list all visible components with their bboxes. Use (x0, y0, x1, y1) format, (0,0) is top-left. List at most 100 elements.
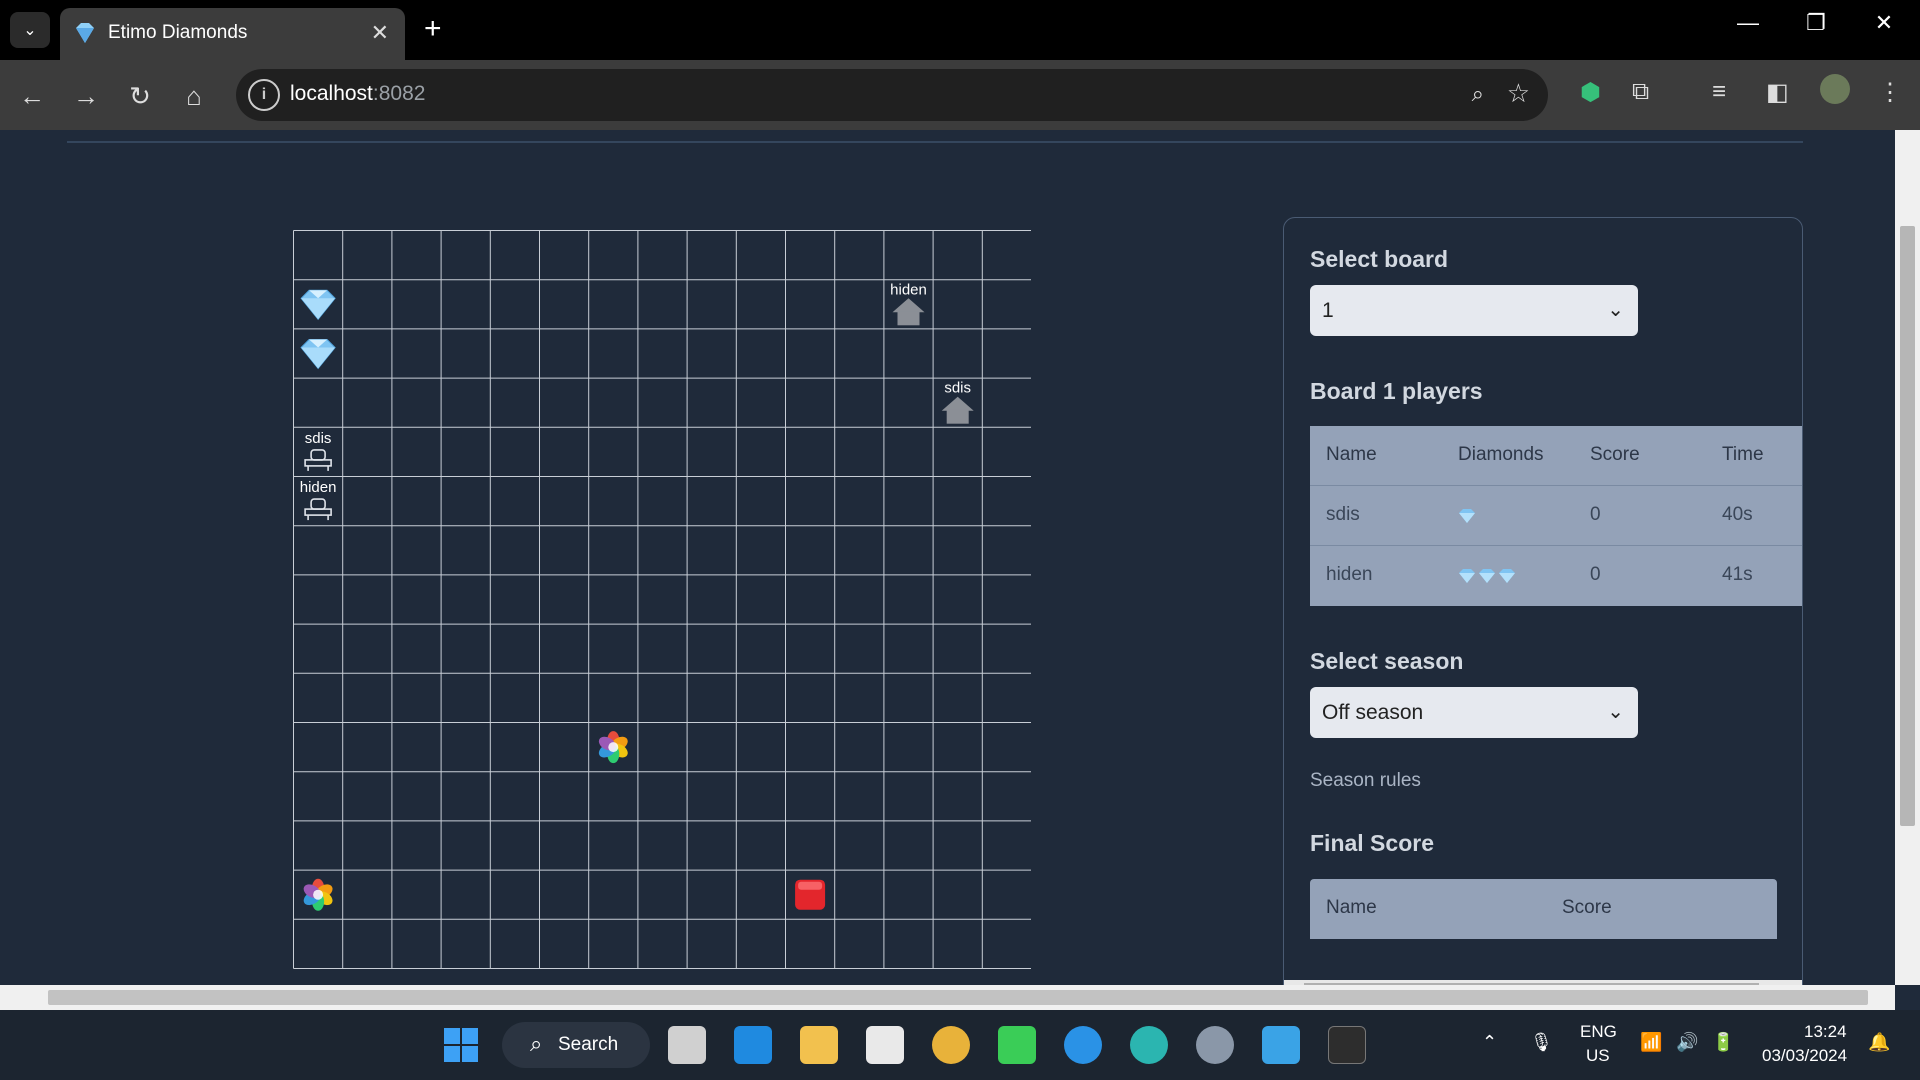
tab-title: Etimo Diamonds (108, 22, 248, 43)
notification-bell-icon[interactable]: 🔔 (1868, 1032, 1890, 1053)
forward-button[interactable]: → (68, 78, 104, 114)
zoom-icon[interactable]: ⌕ (1472, 81, 1484, 107)
address-bar[interactable]: i localhost:8082 ⌕ ☆ (236, 69, 1548, 121)
player-name: hiden (1326, 564, 1373, 585)
diamond-icon (1459, 509, 1475, 523)
back-button[interactable]: ← (14, 78, 50, 114)
media-control-icon[interactable]: ≡ (1712, 78, 1726, 106)
season-select-value: Off season (1322, 701, 1424, 724)
robot-body (304, 508, 332, 516)
bookmark-star-icon[interactable]: ☆ (1507, 78, 1530, 109)
bot-label: sdis (305, 430, 332, 447)
search-icon: ⌕ (530, 1031, 543, 1056)
minimize-button[interactable]: — (1728, 10, 1768, 36)
clock-date[interactable]: 03/03/2024 (1762, 1046, 1847, 1066)
close-icon[interactable]: ✕ (371, 20, 389, 46)
tab-strip: ⌄ Etimo Diamonds ✕ + — ❐ ✕ (0, 0, 1920, 60)
docker-icon[interactable] (1064, 1026, 1102, 1064)
diamond-icon (300, 289, 336, 321)
windows-taskbar: ⌕ Search ⌃ 🎙 ENG US 📶 🔊 🔋 13:24 03/03/20… (0, 1010, 1920, 1080)
col-header-score: Score (1590, 444, 1640, 465)
page-horizontal-scrollbar[interactable] (0, 985, 1895, 1010)
home-base-icon (941, 396, 974, 411)
player-score: 0 (1590, 504, 1601, 525)
home-button[interactable]: ⌂ (176, 78, 212, 114)
new-tab-button[interactable]: + (424, 12, 442, 46)
diamond-favicon-icon (76, 23, 94, 43)
reload-button[interactable]: ↻ (122, 78, 158, 114)
season-rules-link[interactable]: Season rules (1310, 770, 1421, 792)
diamond-icon (1499, 569, 1515, 583)
restore-button[interactable]: ❐ (1796, 10, 1836, 36)
col-header-diamonds: Diamonds (1458, 444, 1544, 465)
teleporter-icon (598, 731, 628, 764)
col-header-time: Time (1722, 444, 1764, 465)
board-grid: hiden sdis sdis hiden (293, 230, 1031, 969)
diamond-icon (1459, 569, 1475, 583)
board-select[interactable]: 1 ⌄ (1310, 285, 1638, 336)
base-label: sdis (944, 380, 971, 397)
settings-gear-icon[interactable] (1196, 1026, 1234, 1064)
tab-etimo-diamonds[interactable]: Etimo Diamonds ✕ (60, 8, 405, 60)
tab-search-button[interactable]: ⌄ (10, 12, 50, 48)
menu-kebab-icon[interactable]: ⋮ (1878, 78, 1902, 107)
robot-icon (310, 498, 326, 510)
taskbar-search[interactable]: ⌕ Search (502, 1022, 650, 1068)
board-select-value: 1 (1322, 299, 1334, 322)
player-time: 40s (1722, 504, 1753, 525)
player-time: 41s (1722, 564, 1753, 585)
teleporter-icon (303, 878, 333, 911)
diamond-icon (1479, 569, 1495, 583)
page-vertical-scrollbar[interactable] (1895, 130, 1920, 985)
chevron-down-icon: ⌄ (23, 22, 37, 39)
clock-time[interactable]: 13:24 (1804, 1022, 1847, 1042)
home-base-icon (892, 298, 925, 313)
shield-extension-icon[interactable]: ⬢ (1580, 78, 1601, 107)
url-text: localhost:8082 (290, 82, 426, 105)
edge-icon[interactable] (1130, 1026, 1168, 1064)
chevron-down-icon: ⌄ (1607, 299, 1624, 321)
game-board: hiden sdis sdis hiden (293, 230, 1031, 985)
table-header-row: Name Diamonds Score Time (1310, 426, 1802, 486)
chrome-icon[interactable] (932, 1026, 970, 1064)
col-header-name: Name (1326, 897, 1377, 918)
browser-toolbar: ← → ↻ ⌂ i localhost:8082 ⌕ ☆ ⬢ ⧉ ≡ ◧ ⋮ (0, 60, 1920, 130)
base-label: hiden (890, 281, 927, 298)
windows-start-icon[interactable] (442, 1026, 480, 1064)
robot-icon (310, 449, 326, 461)
side-panel: Select board 1 ⌄ Board 1 players Name Di… (1283, 217, 1803, 985)
close-window-button[interactable]: ✕ (1864, 10, 1904, 36)
volume-icon[interactable]: 🔊 (1676, 1032, 1698, 1053)
region-code[interactable]: US (1586, 1046, 1610, 1066)
season-select[interactable]: Off season ⌄ (1310, 687, 1638, 738)
battery-icon[interactable]: 🔋 (1712, 1032, 1734, 1053)
col-header-score: Score (1562, 897, 1612, 918)
terminal-icon[interactable] (1328, 1026, 1366, 1064)
file-explorer-icon[interactable] (800, 1026, 838, 1064)
profile-avatar[interactable] (1820, 74, 1850, 104)
chevron-down-icon: ⌄ (1607, 701, 1624, 723)
players-table: Name Diamonds Score Time sdis 0 40s hide… (1310, 426, 1802, 606)
home-base-body (897, 311, 920, 326)
player-name: sdis (1326, 504, 1360, 525)
language-code[interactable]: ENG (1580, 1022, 1617, 1042)
robot-body (304, 459, 332, 467)
photos-icon[interactable] (1262, 1026, 1300, 1064)
players-heading: Board 1 players (1310, 378, 1483, 404)
horizontal-scroll-thumb[interactable] (48, 990, 1868, 1005)
extensions-puzzle-icon[interactable]: ⧉ (1632, 78, 1649, 106)
tray-expand-chevron-icon[interactable]: ⌃ (1482, 1032, 1497, 1053)
diamond-icon (300, 339, 336, 370)
side-panel-icon[interactable]: ◧ (1766, 78, 1789, 107)
task-view-icon[interactable] (668, 1026, 706, 1064)
select-season-label: Select season (1310, 648, 1464, 674)
line-app-icon[interactable] (998, 1026, 1036, 1064)
bot-label: hiden (300, 479, 337, 496)
microphone-icon[interactable]: 🎙 (1530, 1032, 1553, 1053)
vertical-scroll-thumb[interactable] (1900, 226, 1915, 826)
header-divider (67, 141, 1803, 143)
ms-store-icon[interactable] (866, 1026, 904, 1064)
vscode-icon[interactable] (734, 1026, 772, 1064)
wifi-icon[interactable]: 📶 (1640, 1032, 1662, 1053)
site-info-icon[interactable]: i (248, 79, 280, 111)
